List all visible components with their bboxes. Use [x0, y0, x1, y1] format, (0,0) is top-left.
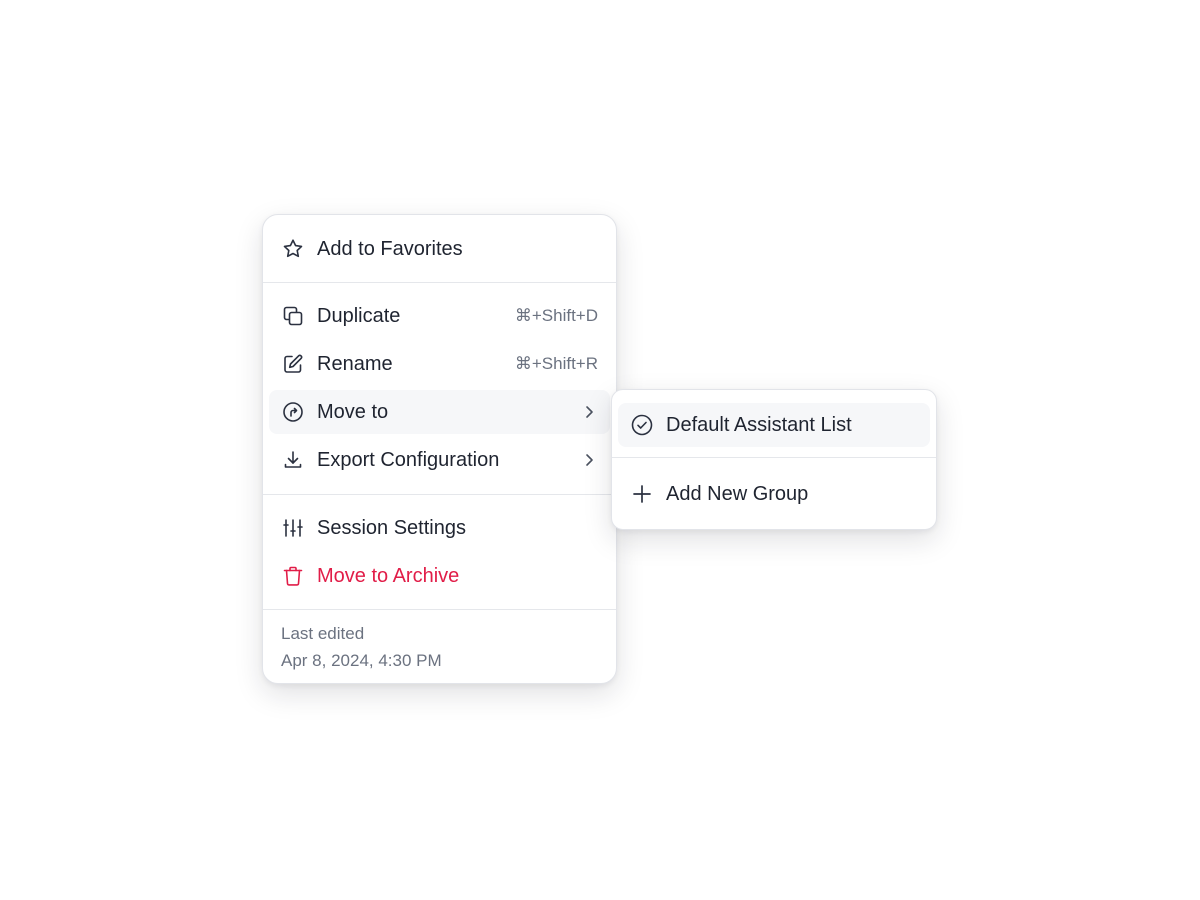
plus-icon — [630, 482, 654, 506]
default-assistant-list-item[interactable]: Default Assistant List — [618, 403, 930, 447]
move-to-label: Move to — [317, 401, 389, 423]
star-icon — [281, 237, 305, 261]
add-new-group-label: Add New Group — [666, 483, 809, 505]
add-new-group-item[interactable]: Add New Group — [618, 472, 930, 516]
edit-icon — [281, 352, 305, 376]
menu-divider — [263, 282, 616, 283]
rename-item[interactable]: Rename ⌘+Shift+R — [269, 342, 610, 386]
context-menu: Add to Favorites Duplicate ⌘+Shift+D Ren… — [262, 214, 617, 684]
copy-icon — [281, 304, 305, 328]
last-edited-timestamp: Apr 8, 2024, 4:30 PM — [281, 651, 442, 670]
duplicate-shortcut: ⌘+Shift+D — [514, 306, 598, 325]
move-to-archive-item[interactable]: Move to Archive — [269, 554, 610, 598]
download-icon — [281, 448, 305, 472]
rename-shortcut: ⌘+Shift+R — [514, 354, 598, 373]
submenu-divider — [612, 457, 936, 458]
move-to-item[interactable]: Move to — [269, 390, 610, 434]
chevron-right-icon — [580, 451, 598, 469]
chevron-right-icon — [580, 403, 598, 421]
rename-label: Rename — [317, 353, 393, 375]
duplicate-label: Duplicate — [317, 305, 401, 327]
session-settings-item[interactable]: Session Settings — [269, 506, 610, 550]
move-icon — [281, 400, 305, 424]
sliders-icon — [281, 516, 305, 540]
trash-icon — [281, 564, 305, 588]
export-configuration-item[interactable]: Export Configuration — [269, 438, 610, 482]
session-settings-label: Session Settings — [317, 517, 466, 539]
add-to-favorites-label: Add to Favorites — [317, 238, 463, 260]
last-edited-caption: Last edited — [281, 624, 365, 643]
move-to-archive-label: Move to Archive — [317, 565, 460, 587]
export-configuration-label: Export Configuration — [317, 449, 500, 471]
add-to-favorites-item[interactable]: Add to Favorites — [269, 227, 610, 271]
canvas: Add to Favorites Duplicate ⌘+Shift+D Ren… — [0, 0, 1200, 900]
duplicate-item[interactable]: Duplicate ⌘+Shift+D — [269, 294, 610, 338]
default-assistant-list-label: Default Assistant List — [666, 414, 852, 436]
move-to-submenu: Default Assistant List Add New Group — [611, 389, 937, 530]
check-circle-icon — [630, 413, 654, 437]
menu-divider — [263, 609, 616, 610]
menu-divider — [263, 494, 616, 495]
